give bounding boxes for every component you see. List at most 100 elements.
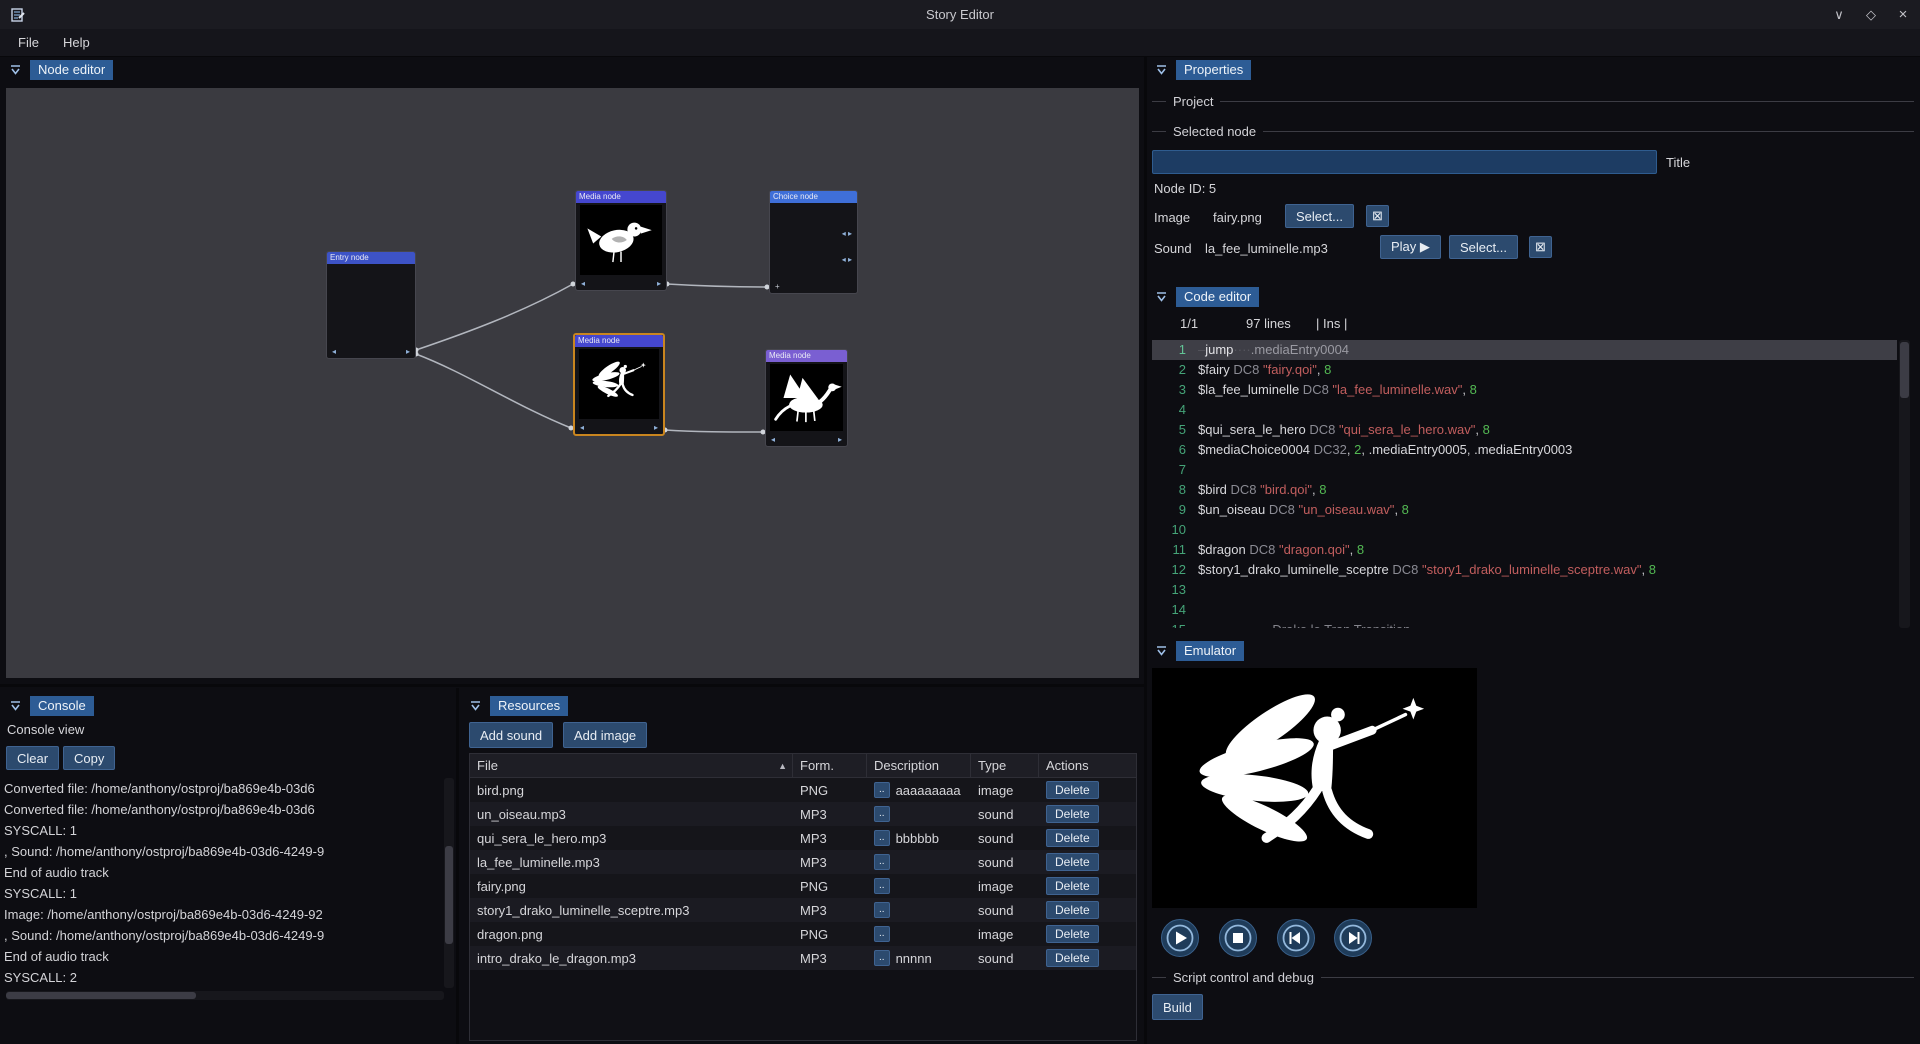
prev-icon[interactable]: ◂ (580, 423, 584, 432)
column-header-file[interactable]: File ▲ (470, 754, 793, 777)
image-clear-button[interactable]: ⊠ (1366, 205, 1389, 227)
delete-button[interactable]: Delete (1046, 877, 1099, 895)
description-edit-button[interactable]: .. (874, 830, 890, 846)
prev-icon[interactable]: ◂ (332, 347, 336, 356)
node-media-dragon[interactable]: Media node ◂ ▸ (765, 349, 848, 447)
table-row[interactable]: la_fee_luminelle.mp3MP3..soundDelete (470, 850, 1136, 874)
prev-icon[interactable]: ◂ (771, 435, 775, 444)
node-controls[interactable]: ◂ ▸ (775, 255, 852, 265)
node-controls[interactable]: ◂ ▸ (580, 422, 658, 432)
code-line[interactable]: 8$bird DC8 "bird.qoi", 8 (1152, 480, 1897, 500)
code-line[interactable]: 10 (1152, 520, 1897, 540)
code-line[interactable]: 12$story1_drako_luminelle_sceptre DC8 "s… (1152, 560, 1897, 580)
node-controls[interactable]: ◂ ▸ (771, 434, 842, 444)
next-icon[interactable]: ▸ (848, 255, 852, 265)
title-input[interactable] (1152, 150, 1657, 174)
next-icon[interactable]: ▸ (406, 347, 410, 356)
node-controls[interactable]: ◂ ▸ (581, 278, 661, 288)
description-edit-button[interactable]: .. (874, 782, 890, 798)
delete-button[interactable]: Delete (1046, 829, 1099, 847)
table-row[interactable]: qui_sera_le_hero.mp3MP3..bbbbbbsoundDele… (470, 826, 1136, 850)
code-line[interactable]: 14 (1152, 600, 1897, 620)
description-edit-button[interactable]: .. (874, 806, 890, 822)
sound-play-button[interactable]: Play ▶ (1380, 235, 1441, 259)
code-line[interactable]: 6$mediaChoice0004 DC32, 2, .mediaEntry00… (1152, 440, 1897, 460)
next-icon[interactable]: ▸ (657, 279, 661, 288)
code-line[interactable]: 13 (1152, 580, 1897, 600)
prev-icon[interactable]: ◂ (842, 229, 846, 239)
console-hscrollbar[interactable] (6, 991, 444, 1000)
scrollbar-thumb[interactable] (445, 846, 453, 944)
add-sound-button[interactable]: Add sound (469, 722, 553, 748)
console-vscrollbar[interactable] (444, 778, 454, 988)
prev-icon[interactable]: ◂ (842, 255, 846, 265)
copy-button[interactable]: Copy (63, 746, 115, 770)
code-line[interactable]: 5$qui_sera_le_hero DC8 "qui_sera_le_hero… (1152, 420, 1897, 440)
console-lines[interactable]: Converted file: /home/anthony/ostproj/ba… (4, 778, 442, 988)
table-row[interactable]: dragon.pngPNG..imageDelete (470, 922, 1136, 946)
delete-button[interactable]: Delete (1046, 925, 1099, 943)
collapse-icon[interactable] (8, 63, 23, 78)
sound-clear-button[interactable]: ⊠ (1529, 236, 1552, 258)
node-choice[interactable]: Choice node ◂ ▸ ◂ ▸ + (769, 190, 858, 294)
description-edit-button[interactable]: .. (874, 902, 890, 918)
collapse-icon[interactable] (8, 699, 23, 714)
next-icon[interactable]: ▸ (838, 435, 842, 444)
maximize-icon[interactable]: ◇ (1862, 7, 1880, 23)
prev-icon[interactable]: ◂ (581, 279, 585, 288)
table-row[interactable]: fairy.pngPNG..imageDelete (470, 874, 1136, 898)
description-edit-button[interactable]: .. (874, 950, 890, 966)
column-header-description[interactable]: Description (867, 754, 971, 777)
step-back-button[interactable] (1276, 918, 1316, 958)
description-edit-button[interactable]: .. (874, 878, 890, 894)
scrollbar-thumb[interactable] (1900, 342, 1909, 398)
delete-button[interactable]: Delete (1046, 781, 1099, 799)
node-controls[interactable]: ◂ ▸ (332, 346, 410, 356)
collapse-icon[interactable] (1154, 63, 1169, 78)
delete-button[interactable]: Delete (1046, 853, 1099, 871)
close-icon[interactable]: × (1894, 6, 1912, 23)
collapse-icon[interactable] (468, 699, 483, 714)
node-editor-canvas[interactable]: Entry node ◂ ▸ Media node ◂ ▸ Choice nod… (6, 88, 1139, 678)
table-row[interactable]: un_oiseau.mp3MP3..soundDelete (470, 802, 1136, 826)
image-select-button[interactable]: Select... (1285, 204, 1354, 228)
add-choice-icon[interactable]: + (775, 282, 780, 291)
code-line[interactable]: 15 -------- Drako le Tran Transition ---… (1152, 620, 1897, 628)
table-row[interactable]: story1_drako_luminelle_sceptre.mp3MP3..s… (470, 898, 1136, 922)
code-lines[interactable]: 1–jump····.mediaEntry00042$fairy DC8 "fa… (1152, 340, 1897, 628)
node-media-fairy[interactable]: Media node ◂ ▸ (573, 333, 665, 436)
clear-button[interactable]: Clear (6, 746, 59, 770)
delete-button[interactable]: Delete (1046, 805, 1099, 823)
column-header-format[interactable]: Form. (793, 754, 867, 777)
menu-help[interactable]: Help (53, 31, 100, 54)
sound-select-button[interactable]: Select... (1449, 235, 1518, 259)
code-line[interactable]: 7 (1152, 460, 1897, 480)
collapse-icon[interactable] (1154, 290, 1169, 305)
code-line[interactable]: 9$un_oiseau DC8 "un_oiseau.wav", 8 (1152, 500, 1897, 520)
stop-button[interactable] (1218, 918, 1258, 958)
table-row[interactable]: bird.pngPNG..aaaaaaaaaimageDelete (470, 778, 1136, 802)
code-line[interactable]: 1–jump····.mediaEntry0004 (1152, 340, 1897, 360)
code-scrollbar[interactable] (1899, 340, 1910, 628)
step-forward-button[interactable] (1333, 918, 1373, 958)
node-media-bird[interactable]: Media node ◂ ▸ (575, 190, 667, 291)
description-edit-button[interactable]: .. (874, 926, 890, 942)
node-entry[interactable]: Entry node ◂ ▸ (326, 251, 416, 359)
minimize-icon[interactable]: ∨ (1830, 7, 1848, 23)
column-header-type[interactable]: Type (971, 754, 1039, 777)
next-icon[interactable]: ▸ (654, 423, 658, 432)
column-header-actions[interactable]: Actions (1039, 754, 1136, 777)
build-button[interactable]: Build (1152, 994, 1203, 1020)
table-row[interactable]: intro_drako_le_dragon.mp3MP3..nnnnnsound… (470, 946, 1136, 970)
description-edit-button[interactable]: .. (874, 854, 890, 870)
add-image-button[interactable]: Add image (563, 722, 647, 748)
node-controls[interactable]: ◂ ▸ (775, 229, 852, 239)
next-icon[interactable]: ▸ (848, 229, 852, 239)
code-line[interactable]: 11$dragon DC8 "dragon.qoi", 8 (1152, 540, 1897, 560)
scrollbar-thumb[interactable] (6, 992, 196, 999)
delete-button[interactable]: Delete (1046, 949, 1099, 967)
code-line[interactable]: 4 (1152, 400, 1897, 420)
play-button[interactable] (1160, 918, 1200, 958)
code-line[interactable]: 2$fairy DC8 "fairy.qoi", 8 (1152, 360, 1897, 380)
collapse-icon[interactable] (1154, 644, 1169, 659)
